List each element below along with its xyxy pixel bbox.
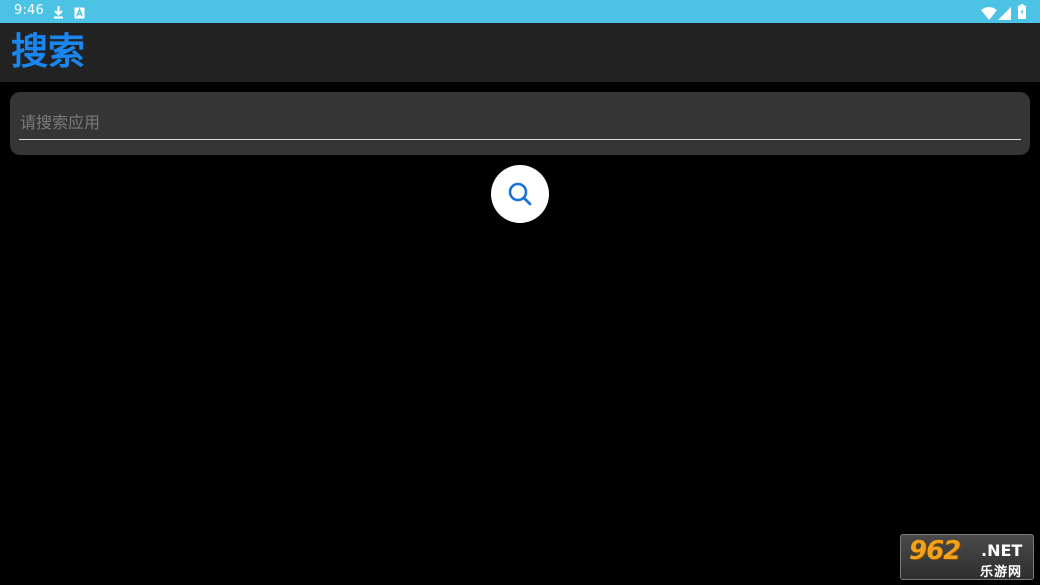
battery-icon	[1018, 4, 1026, 23]
search-field-container	[10, 92, 1030, 155]
status-bar: 9:46	[0, 0, 1040, 23]
page-title: 搜索	[11, 30, 85, 73]
signal-icon	[998, 5, 1011, 24]
search-icon	[508, 182, 532, 206]
watermark-number: 962	[909, 536, 961, 566]
watermark-subtitle: 乐游网	[980, 565, 1023, 580]
wifi-icon	[981, 5, 997, 24]
search-button[interactable]	[491, 165, 549, 223]
watermark-domain: .NET	[981, 541, 1023, 560]
search-input[interactable]	[19, 106, 1021, 140]
a-notification-icon	[74, 4, 85, 23]
watermark-logo: 962 .NET 乐游网	[900, 534, 1034, 580]
app-bar: 搜索	[0, 23, 1040, 82]
search-screen: 9:46 搜索 请搜索应用 962 .NET 乐游网	[0, 0, 1040, 585]
status-time: 9:46	[14, 3, 44, 18]
download-icon	[52, 4, 65, 23]
